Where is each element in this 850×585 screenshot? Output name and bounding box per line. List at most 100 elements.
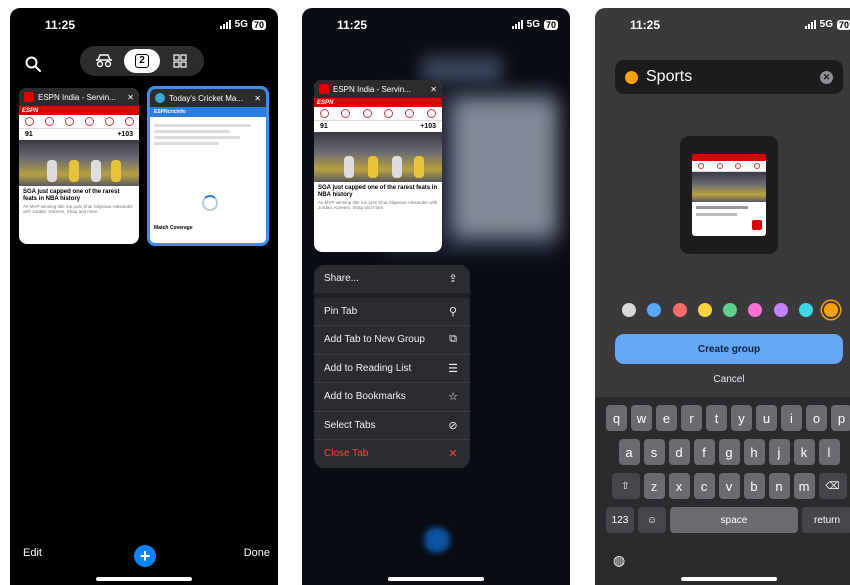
clear-text-icon[interactable]: ✕ (820, 70, 833, 84)
menu-item-close-tab[interactable]: Close Tab ✕ (314, 439, 470, 468)
share-icon: ⇪ (448, 273, 458, 286)
color-swatch[interactable] (748, 303, 763, 317)
key-k[interactable]: k (793, 439, 815, 465)
tab-thumbnail (692, 154, 766, 236)
cancel-button[interactable]: Cancel (595, 374, 850, 385)
tab-overview-screen: 11:25 5G 70 2 ESPN India - Servin... ✕ E… (10, 8, 278, 585)
close-tab-icon[interactable]: ✕ (127, 93, 134, 102)
key-w[interactable]: w (631, 405, 652, 431)
emoji-key[interactable]: ☺ (638, 507, 666, 533)
space-key[interactable]: space (670, 507, 798, 533)
key-g[interactable]: g (718, 439, 740, 465)
key-n[interactable]: n (768, 473, 790, 499)
home-indicator (388, 577, 484, 581)
article-photo (19, 140, 139, 186)
key-a[interactable]: a (618, 439, 640, 465)
signal-icon (511, 20, 523, 29)
key-l[interactable]: l (818, 439, 840, 465)
color-swatch[interactable] (723, 303, 737, 317)
key-h[interactable]: h (743, 439, 765, 465)
status-bar: 11:25 5G 70 (630, 18, 850, 32)
tab-mode-switcher: 2 (80, 46, 204, 76)
menu-item-label: Pin Tab (324, 305, 358, 317)
numbers-key[interactable]: 123 (606, 507, 634, 533)
espn-header: ESPN (19, 106, 139, 115)
article-photo (314, 132, 442, 182)
menu-item-label: Share... (324, 273, 360, 285)
color-swatch[interactable] (798, 303, 813, 317)
tab-title: Today's Cricket Ma... (169, 93, 243, 103)
status-bar: 11:25 5G 70 (10, 8, 278, 42)
menu-item-add-to-bookmarks[interactable]: Add to Bookmarks ☆ (314, 382, 470, 411)
select-check-icon: ⊘ (448, 419, 458, 432)
color-swatch[interactable] (647, 303, 662, 317)
article-summary: An MVP-winning title run puts Shai Gilge… (23, 204, 134, 214)
menu-item-share[interactable]: Share... ⇪ (314, 265, 470, 293)
add-to-group-icon: ⧉ (449, 333, 457, 346)
key-j[interactable]: j (768, 439, 790, 465)
private-tabs-button[interactable] (86, 49, 122, 73)
network-label: 5G (234, 19, 248, 30)
menu-item-add-to-reading-list[interactable]: Add to Reading List ☰ (314, 353, 470, 383)
key-f[interactable]: f (693, 439, 715, 465)
key-s[interactable]: s (643, 439, 665, 465)
tab-groups-button[interactable] (162, 49, 198, 73)
keyboard: qwertyuiop asdfghjkl ⇧ zxcvbnm ⌫ 123 ☺ s… (595, 397, 850, 585)
menu-item-label: Select Tabs (324, 419, 376, 431)
backspace-key[interactable]: ⌫ (818, 473, 847, 499)
star-icon: ☆ (448, 391, 458, 404)
key-i[interactable]: i (781, 405, 802, 431)
color-swatch[interactable] (622, 303, 636, 317)
key-b[interactable]: b (743, 473, 765, 499)
color-swatch[interactable] (773, 303, 788, 317)
close-tab-icon[interactable]: ✕ (254, 94, 261, 103)
key-x[interactable]: x (668, 473, 690, 499)
close-icon: ✕ (448, 448, 458, 461)
globe-icon[interactable]: ◍ (613, 552, 625, 569)
done-button[interactable]: Done (244, 547, 270, 559)
match-coverage-label: Match Coverage (154, 225, 193, 231)
key-u[interactable]: u (756, 405, 777, 431)
status-time: 11:25 (45, 18, 76, 32)
key-z[interactable]: z (643, 473, 665, 499)
key-e[interactable]: e (656, 405, 677, 431)
signal-icon (219, 20, 231, 29)
tab-card-cricket[interactable]: Today's Cricket Ma... ✕ ESPNcricinfo Mat… (147, 86, 269, 246)
menu-item-pin-tab[interactable]: Pin Tab ⚲ (314, 292, 470, 326)
new-tab-button[interactable]: + (134, 545, 156, 567)
tab-card-espn[interactable]: ESPN India - Servin... ✕ ESPN 91 +103 SG… (19, 88, 139, 244)
create-group-button[interactable]: Create group (615, 334, 843, 364)
battery-icon: 70 (543, 19, 558, 30)
tab-count-button[interactable]: 2 (124, 49, 160, 73)
key-c[interactable]: c (693, 473, 715, 499)
shift-key[interactable]: ⇧ (611, 473, 640, 499)
group-name-value: Sports (646, 68, 693, 85)
return-key[interactable]: return (802, 507, 850, 533)
battery-icon: 70 (836, 19, 850, 30)
key-v[interactable]: v (718, 473, 740, 499)
key-d[interactable]: d (668, 439, 690, 465)
menu-item-select-tabs[interactable]: Select Tabs ⊘ (314, 410, 470, 440)
color-swatch[interactable] (697, 303, 712, 317)
color-swatch[interactable] (824, 303, 838, 317)
home-indicator (96, 577, 192, 581)
key-t[interactable]: t (706, 405, 727, 431)
key-p[interactable]: p (831, 405, 850, 431)
key-q[interactable]: q (606, 405, 627, 431)
edit-button[interactable]: Edit (23, 547, 42, 559)
key-o[interactable]: o (806, 405, 827, 431)
tab-preview-espn: ESPN India - Servin... ✕ ESPN 91 +103 SG… (314, 80, 442, 252)
group-color-dot-icon (625, 70, 638, 84)
color-swatch[interactable] (672, 303, 687, 317)
search-icon[interactable] (24, 55, 42, 73)
menu-item-add-tab-to-new-group[interactable]: Add Tab to New Group ⧉ (314, 325, 470, 354)
sports-icon-row (19, 115, 139, 129)
loading-spinner-icon (202, 195, 218, 211)
status-bar: 11:25 5G 70 (337, 18, 558, 32)
key-r[interactable]: r (681, 405, 702, 431)
battery-icon: 70 (251, 19, 266, 30)
key-m[interactable]: m (793, 473, 815, 499)
group-name-field[interactable]: Sports ✕ (615, 60, 843, 94)
tab-context-menu-screen: 11:25 5G 70 ESPN India - Servin... ✕ ESP… (302, 8, 570, 585)
key-y[interactable]: y (731, 405, 752, 431)
